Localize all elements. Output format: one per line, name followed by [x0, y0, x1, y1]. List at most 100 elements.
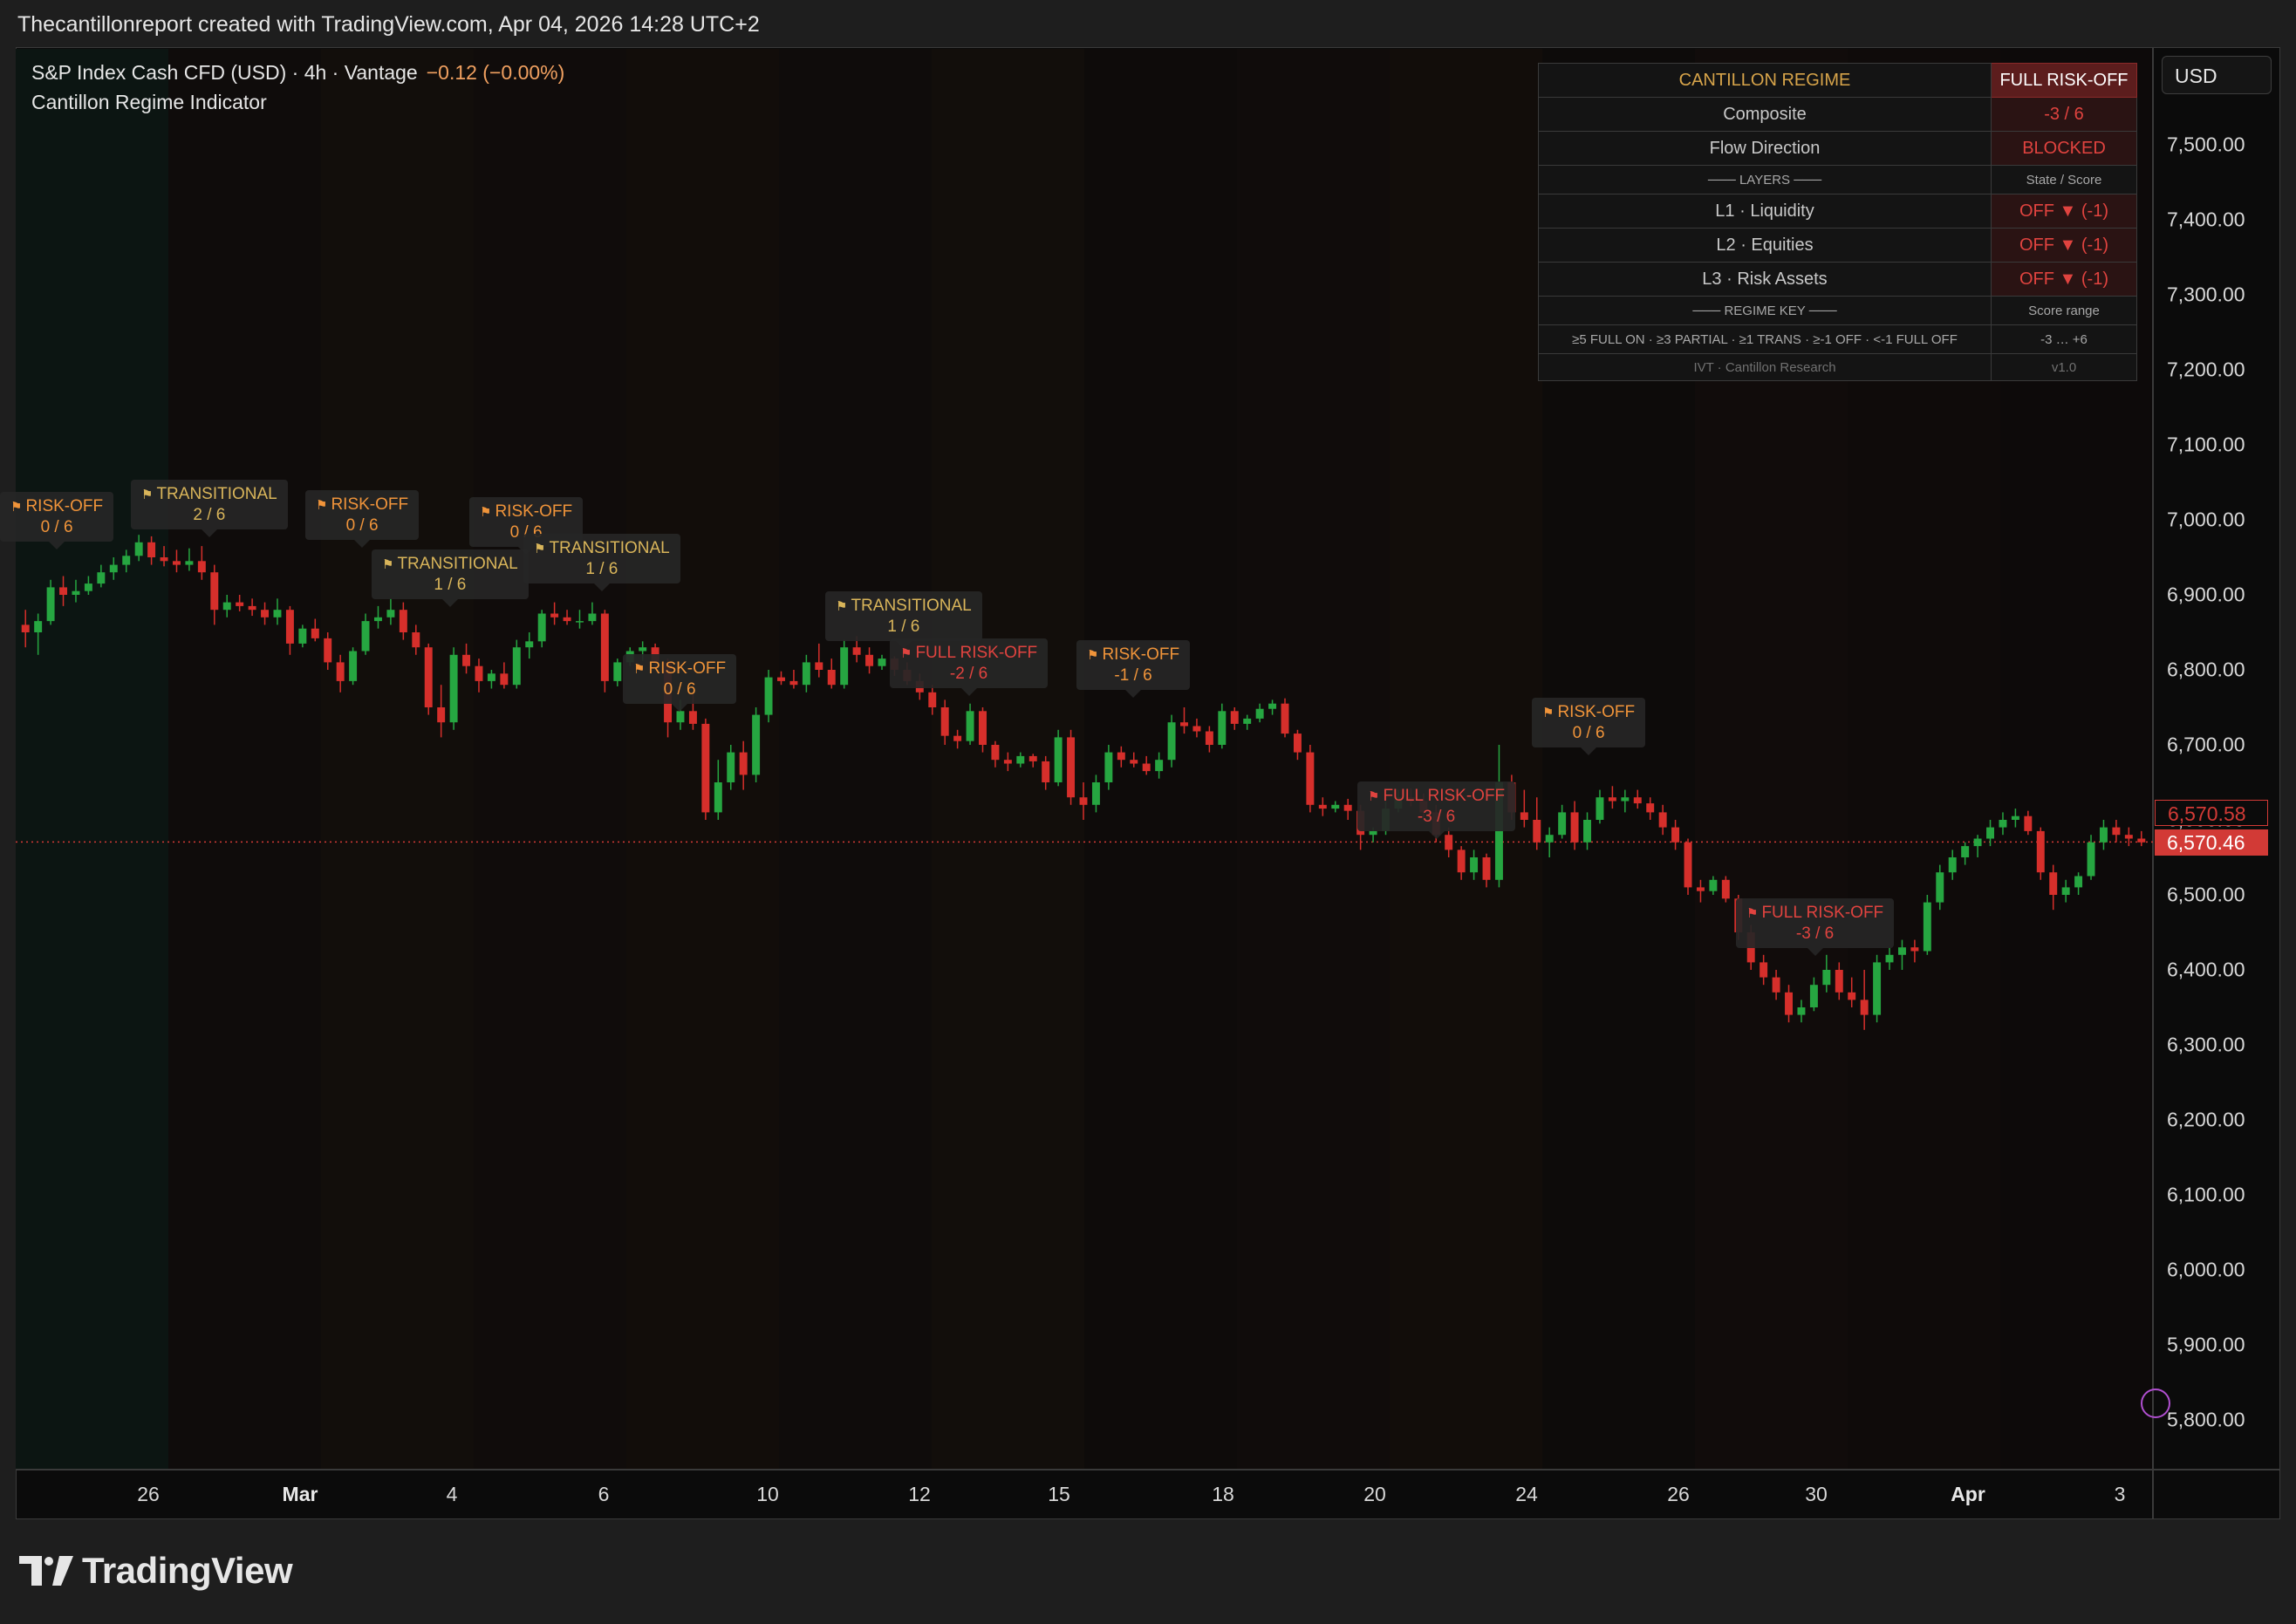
- tradingview-logo[interactable]: TradingView: [19, 1549, 293, 1593]
- candle-body: [2074, 876, 2083, 888]
- candle-body: [802, 662, 810, 686]
- candle-body: [764, 677, 773, 715]
- candle: [764, 670, 773, 723]
- candle-body: [613, 662, 622, 681]
- flag-icon: ⚑: [1746, 906, 1759, 921]
- candle-body: [1835, 970, 1843, 993]
- regime-band: [474, 49, 627, 1469]
- candle-body: [197, 561, 206, 573]
- y-tick-label: 6,500.00: [2167, 883, 2245, 906]
- flag-icon: ⚑: [141, 488, 154, 502]
- regime-title: CANTILLON REGIME: [1538, 63, 1992, 98]
- indicator-title[interactable]: Cantillon Regime Indicator: [31, 91, 267, 114]
- candle-body: [210, 572, 219, 611]
- flag-icon: ⚑: [534, 542, 546, 556]
- candle-body: [1658, 812, 1667, 828]
- x-tick-label: 30: [1805, 1483, 1828, 1505]
- regime-table-header-row: CANTILLON REGIME FULL RISK-OFF: [1538, 63, 2137, 98]
- candle-body: [1054, 737, 1063, 782]
- candle-body: [1999, 820, 2007, 828]
- symbol-title: S&P Index Cash CFD (USD) · 4h · Vantage: [31, 61, 418, 84]
- price-tag-upper: 6,570.58: [2155, 800, 2268, 826]
- candle-body: [1897, 947, 1906, 955]
- candle-body: [2137, 838, 2146, 843]
- candle-body: [1369, 830, 1377, 836]
- candle-body: [1167, 722, 1176, 761]
- candle-body: [1809, 985, 1818, 1007]
- x-tick-label: 18: [1212, 1483, 1234, 1505]
- candle-body: [1633, 797, 1642, 804]
- candle-body: [1343, 804, 1352, 811]
- candle-body: [1042, 761, 1050, 782]
- candle-body: [1923, 902, 1931, 952]
- y-tick-label: 6,000.00: [2167, 1258, 2245, 1281]
- candle-body: [1973, 838, 1982, 847]
- candle-body: [1457, 850, 1466, 873]
- candle-body: [1583, 820, 1591, 843]
- candle-body: [2049, 872, 2058, 895]
- candle: [1067, 729, 1076, 805]
- regime-state: FULL RISK-OFF: [1991, 63, 2137, 98]
- candle-body: [688, 711, 697, 724]
- candle-body: [1306, 752, 1315, 805]
- flow-label: Flow Direction: [1538, 131, 1992, 166]
- candle-body: [1142, 763, 1151, 772]
- candle-body: [2099, 827, 2108, 843]
- candle-body: [1067, 737, 1076, 798]
- candle-body: [475, 665, 483, 681]
- candle-body: [815, 662, 823, 670]
- candle-body: [311, 628, 319, 638]
- candle-body: [1331, 804, 1340, 809]
- regime-band: [321, 49, 475, 1469]
- y-tick-label: 7,200.00: [2167, 358, 2245, 381]
- candle-body: [500, 673, 509, 686]
- candle-body: [1130, 760, 1138, 764]
- l3-value: OFF ▼ (-1): [1991, 262, 2137, 297]
- candle-body: [1986, 827, 1995, 839]
- regime-callout: ⚑ FULL RISK-OFF -2 / 6: [890, 638, 1049, 696]
- candle-body: [1961, 846, 1970, 857]
- candle-body: [1671, 827, 1680, 843]
- candle-body: [273, 610, 282, 618]
- l2-row: L2 · Equities OFF ▼ (-1): [1538, 228, 2137, 263]
- candle-body: [1721, 879, 1730, 899]
- go-to-realtime-icon[interactable]: [2141, 1389, 2170, 1418]
- y-tick-label: 5,900.00: [2167, 1333, 2245, 1356]
- candle-body: [1822, 970, 1831, 986]
- candle-body: [160, 557, 168, 562]
- candle-body: [1936, 872, 1944, 903]
- candle-body: [487, 673, 495, 681]
- candle-body: [2036, 830, 2045, 873]
- regime-key-header-row: ─── REGIME KEY ─── Score range: [1538, 296, 2137, 325]
- l3-row: L3 · Risk Assets OFF ▼ (-1): [1538, 262, 2137, 297]
- currency-button[interactable]: USD: [2162, 56, 2272, 94]
- flow-row: Flow Direction BLOCKED: [1538, 131, 2137, 166]
- flag-icon: ⚑: [10, 500, 23, 515]
- composite-value: -3 / 6: [1991, 97, 2137, 132]
- regime-band: [1390, 49, 1543, 1469]
- candle-body: [2024, 815, 2033, 831]
- regime-key-row: ≥5 FULL ON · ≥3 PARTIAL · ≥1 TRANS · ≥-1…: [1538, 324, 2137, 354]
- candle: [752, 707, 761, 782]
- l2-label: L2 · Equities: [1538, 228, 1992, 263]
- candle-body: [676, 711, 685, 723]
- regime-callout: ⚑ FULL RISK-OFF -3 / 6: [1736, 898, 1895, 956]
- l1-row: L1 · Liquidity OFF ▼ (-1): [1538, 194, 2137, 229]
- candle-body: [72, 590, 80, 595]
- candle-body: [236, 602, 244, 606]
- flag-icon: ⚑: [316, 498, 328, 513]
- candle-body: [525, 641, 534, 648]
- candle-body: [1873, 962, 1882, 1015]
- symbol-header[interactable]: S&P Index Cash CFD (USD) · 4h · Vantage −…: [31, 61, 564, 85]
- candle-body: [1243, 718, 1252, 724]
- l1-label: L1 · Liquidity: [1538, 194, 1992, 229]
- candle-body: [1608, 797, 1616, 802]
- candle-body: [840, 647, 849, 686]
- candle-body: [261, 610, 270, 618]
- candle-body: [1797, 1007, 1806, 1015]
- candle-body: [374, 617, 382, 622]
- y-tick-label: 6,200.00: [2167, 1108, 2245, 1131]
- regime-callout: ⚑ TRANSITIONAL 1 / 6: [372, 549, 529, 607]
- candle-body: [576, 621, 584, 623]
- regime-key-label: ─── REGIME KEY ───: [1538, 296, 1992, 325]
